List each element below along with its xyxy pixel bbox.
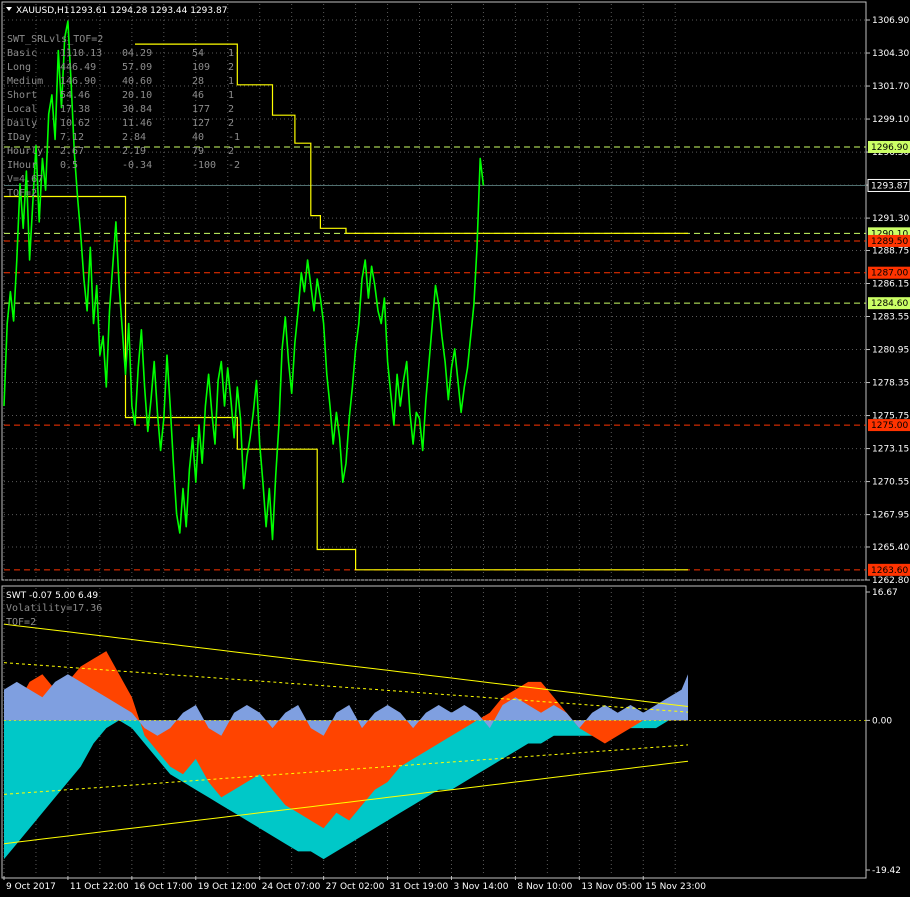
indicator-cell: 1110.13: [60, 48, 102, 59]
indicator-cell: 1: [228, 90, 234, 101]
ohlc-label: 1293.61 1294.28 1293.44 1293.87: [70, 6, 227, 16]
sub-tick-label: 0.00: [872, 716, 892, 726]
price-tick-label: 1288.75: [872, 246, 909, 256]
indicator-cell: 7.12: [60, 132, 84, 143]
indicator-cell: Daily: [7, 118, 37, 129]
indicator-cell: Basic: [7, 48, 37, 59]
price-tick-label: 1280.95: [872, 346, 909, 356]
time-tick-label: 19 Oct 12:00: [198, 882, 257, 892]
indicator-cell: -100: [192, 160, 216, 171]
level-label: 1263.60: [871, 566, 908, 576]
time-tick-label: 8 Nov 10:00: [517, 882, 572, 892]
price-tick-label: 1301.70: [872, 82, 909, 92]
indicator-cell: Local: [7, 104, 37, 115]
price-tick-label: 1265.40: [872, 543, 909, 553]
indicator-cell: 30.84: [122, 104, 152, 115]
indicator-cell: 446.49: [60, 62, 96, 73]
tof-label: TOF=2: [6, 617, 36, 628]
indicator-cell: Hourly: [7, 146, 43, 157]
chart-canvas: 1306.901304.301301.701299.101296.501293.…: [0, 0, 910, 897]
time-tick-label: 16 Oct 17:00: [134, 882, 193, 892]
sub-tick-label: 16.67: [872, 588, 898, 598]
indicator-cell: IHour: [7, 160, 37, 171]
indicator-cell: 2.19: [122, 146, 146, 157]
level-label: 1293.87: [871, 181, 908, 191]
sub-tick-label: -19.42: [872, 866, 901, 876]
volatility-label: Volatility=17.36: [6, 603, 102, 614]
indicator-cell: 11.46: [122, 118, 152, 129]
price-tick-label: 1270.55: [872, 478, 909, 488]
indicator-cell: Medium: [7, 76, 43, 87]
indicator-cell: 146.90: [60, 76, 96, 87]
price-tick-label: 1267.95: [872, 511, 909, 521]
price-tick-label: 1278.35: [872, 379, 909, 389]
indicator-footer: V=4.67: [7, 174, 43, 185]
indicator-cell: -0.34: [122, 160, 152, 171]
indicator-cell: 40.60: [122, 76, 152, 87]
oscillator-title: SWT -0.07 5.00 6.49: [6, 591, 98, 601]
indicator-footer: TOF=2: [7, 188, 37, 199]
indicator-cell: 54: [192, 48, 204, 59]
price-tick-label: 1283.55: [872, 313, 909, 323]
price-tick-label: 1262.80: [872, 576, 909, 586]
indicator-cell: 2: [228, 118, 234, 129]
time-tick-label: 13 Nov 05:00: [581, 882, 642, 892]
symbol-label: XAUUSD,H1: [16, 6, 70, 16]
indicator-title: SWT_SRLvls_TOF=2: [7, 34, 103, 45]
indicator-cell: Short: [7, 90, 37, 101]
indicator-cell: 127: [192, 118, 210, 129]
time-tick-label: 24 Oct 07:00: [262, 882, 321, 892]
indicator-cell: 04.29: [122, 48, 152, 59]
indicator-cell: 28: [192, 76, 204, 87]
price-tick-label: 1304.30: [872, 49, 909, 59]
indicator-cell: 57.09: [122, 62, 152, 73]
price-tick-label: 1291.30: [872, 214, 909, 224]
level-label: 1289.50: [871, 237, 908, 247]
indicator-cell: 17.38: [60, 104, 90, 115]
indicator-cell: 2: [228, 146, 234, 157]
indicator-cell: -1: [228, 132, 240, 143]
level-label: 1275.00: [871, 421, 908, 431]
time-tick-label: 3 Nov 14:00: [453, 882, 508, 892]
price-tick-label: 1306.90: [872, 16, 909, 26]
level-label: 1296.90: [871, 143, 908, 153]
indicator-cell: 2: [228, 62, 234, 73]
price-tick-label: 1273.15: [872, 445, 909, 455]
indicator-cell: Long: [7, 62, 31, 73]
main-header: XAUUSD,H1 1293.61 1294.28 1293.44 1293.8…: [6, 6, 227, 16]
indicator-cell: 79: [192, 146, 204, 157]
indicator-cell: IDay: [7, 132, 31, 143]
level-label: 1284.60: [871, 299, 908, 309]
indicator-cell: -2: [228, 160, 240, 171]
indicator-cell: 2.67: [60, 146, 84, 157]
indicator-cell: 40: [192, 132, 204, 143]
price-tick-label: 1286.15: [872, 279, 909, 289]
level-label: 1287.00: [871, 269, 908, 279]
time-tick-label: 31 Oct 19:00: [390, 882, 449, 892]
indicator-cell: 46: [192, 90, 204, 101]
indicator-cell: 109: [192, 62, 210, 73]
indicator-cell: 177: [192, 104, 210, 115]
indicator-cell: 2.84: [122, 132, 146, 143]
indicator-cell: 0.5: [60, 160, 78, 171]
indicator-cell: 54.46: [60, 90, 90, 101]
time-tick-label: 9 Oct 2017: [6, 882, 56, 892]
time-tick-label: 15 Nov 23:00: [645, 882, 706, 892]
indicator-cell: 10.62: [60, 118, 90, 129]
indicator-cell: 1: [228, 76, 234, 87]
indicator-cell: 1: [228, 48, 234, 59]
time-tick-label: 27 Oct 02:00: [326, 882, 385, 892]
indicator-cell: 2: [228, 104, 234, 115]
indicator-cell: 20.10: [122, 90, 152, 101]
time-tick-label: 11 Oct 22:00: [70, 882, 129, 892]
price-tick-label: 1299.10: [872, 115, 909, 125]
